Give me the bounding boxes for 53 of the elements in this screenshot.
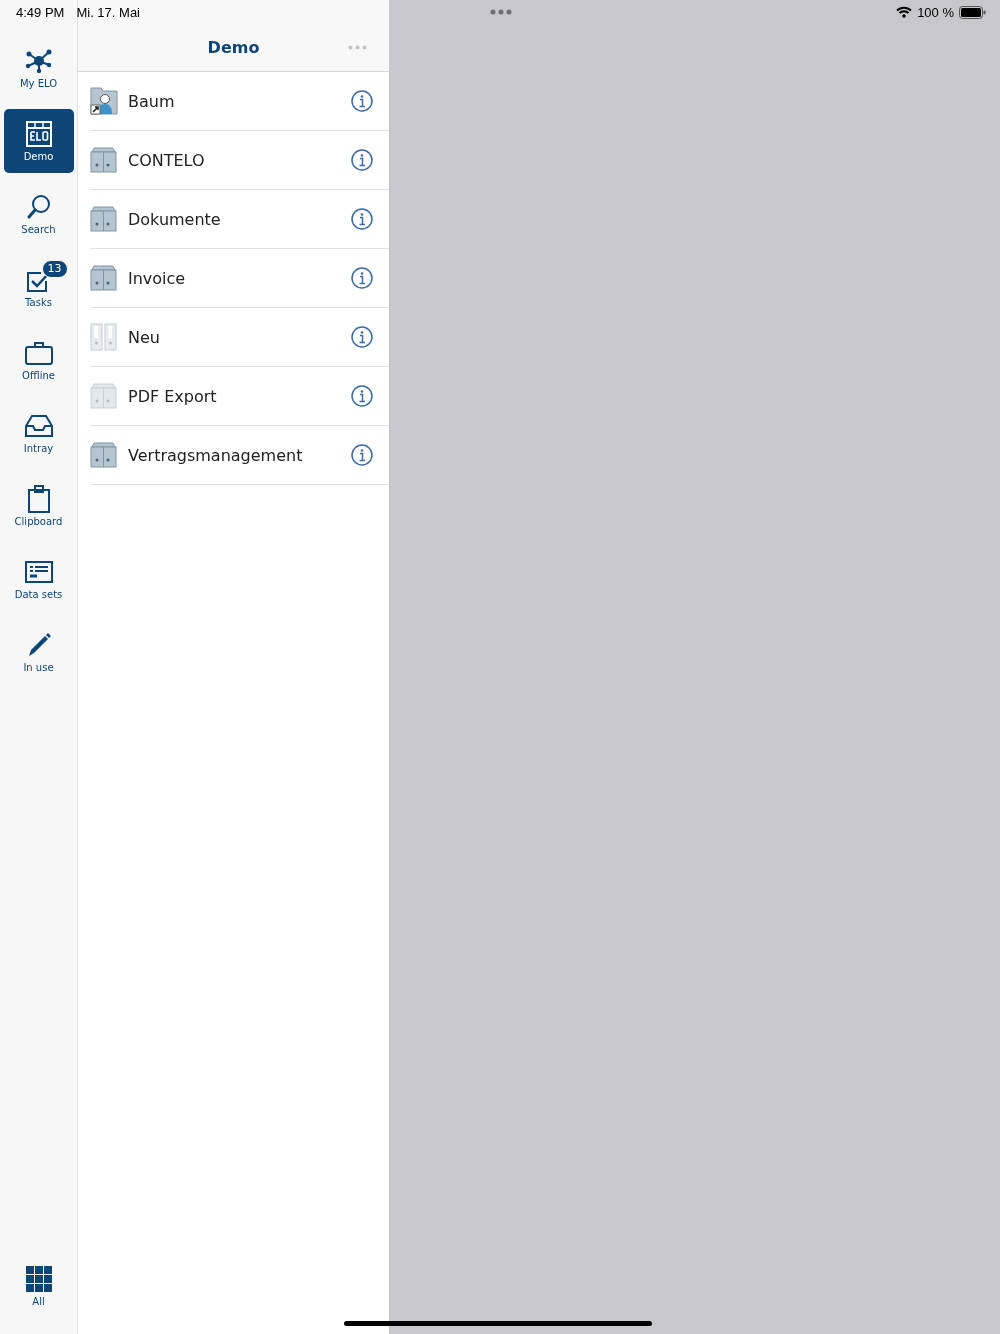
nav-tab[interactable]: Demo: [3, 109, 74, 173]
form-icon: [24, 561, 53, 583]
folder-row[interactable]: Dokumente: [90, 190, 389, 249]
nav-tab[interactable]: In use: [3, 620, 74, 684]
nav-tab[interactable]: Search: [3, 182, 74, 246]
cabinet-icon: [90, 206, 117, 232]
search-icon: [25, 194, 52, 220]
folder-name: CONTELO: [128, 150, 206, 170]
info-icon[interactable]: [351, 90, 373, 112]
nav-tab[interactable]: All: [3, 1254, 74, 1318]
folder-name: Vertragsmanagement: [128, 445, 304, 465]
nav-tab[interactable]: 13 Tasks: [3, 255, 74, 319]
battery-percentage: 100 %: [917, 4, 954, 20]
info-icon[interactable]: [351, 208, 373, 230]
folder-row[interactable]: CONTELO: [90, 131, 389, 190]
archive-icon: [25, 121, 52, 147]
folder-row[interactable]: Baum: [90, 72, 389, 131]
nav-tab[interactable]: Offline: [3, 328, 74, 392]
folder-name: Baum: [128, 91, 176, 111]
network-icon: [23, 48, 54, 74]
folder-name: Dokumente: [128, 209, 222, 229]
info-icon[interactable]: [351, 444, 373, 466]
clipboard-icon: [26, 485, 51, 513]
folder-row[interactable]: PDF Export: [90, 367, 389, 426]
cabinet-icon: [90, 265, 117, 291]
wifi-icon: [896, 6, 913, 18]
count-badge: 13: [41, 260, 68, 278]
folder-row[interactable]: Neu: [90, 308, 389, 367]
nav-tab[interactable]: My ELO: [3, 36, 74, 100]
nav-tab[interactable]: Data sets: [3, 547, 74, 611]
status-time: 4:49 PM: [16, 4, 65, 20]
folder-row[interactable]: Invoice: [90, 249, 389, 308]
binder-icon: [90, 323, 117, 351]
info-icon[interactable]: [351, 267, 373, 289]
cabinet-icon: [90, 147, 117, 173]
folder-row[interactable]: Vertragsmanagement: [90, 426, 389, 485]
folder-name: Invoice: [128, 268, 187, 288]
user-folder-icon: [90, 87, 118, 115]
briefcase-icon: [24, 341, 53, 365]
status-date: Mi. 17. Mai: [76, 4, 140, 20]
info-icon[interactable]: [351, 385, 373, 407]
info-icon[interactable]: [351, 326, 373, 348]
inbox-icon: [24, 415, 53, 437]
folder-name: Neu: [128, 327, 161, 347]
folder-name: PDF Export: [128, 386, 218, 406]
info-icon[interactable]: [351, 149, 373, 171]
nav-tab[interactable]: Intray: [3, 401, 74, 465]
cabinet-icon: [90, 442, 117, 468]
battery-icon: [959, 5, 986, 19]
grid-icon: [25, 1266, 52, 1292]
panel-title: Demo: [207, 38, 260, 57]
cabinet-icon: [90, 383, 117, 409]
nav-tab[interactable]: Clipboard: [3, 474, 74, 538]
